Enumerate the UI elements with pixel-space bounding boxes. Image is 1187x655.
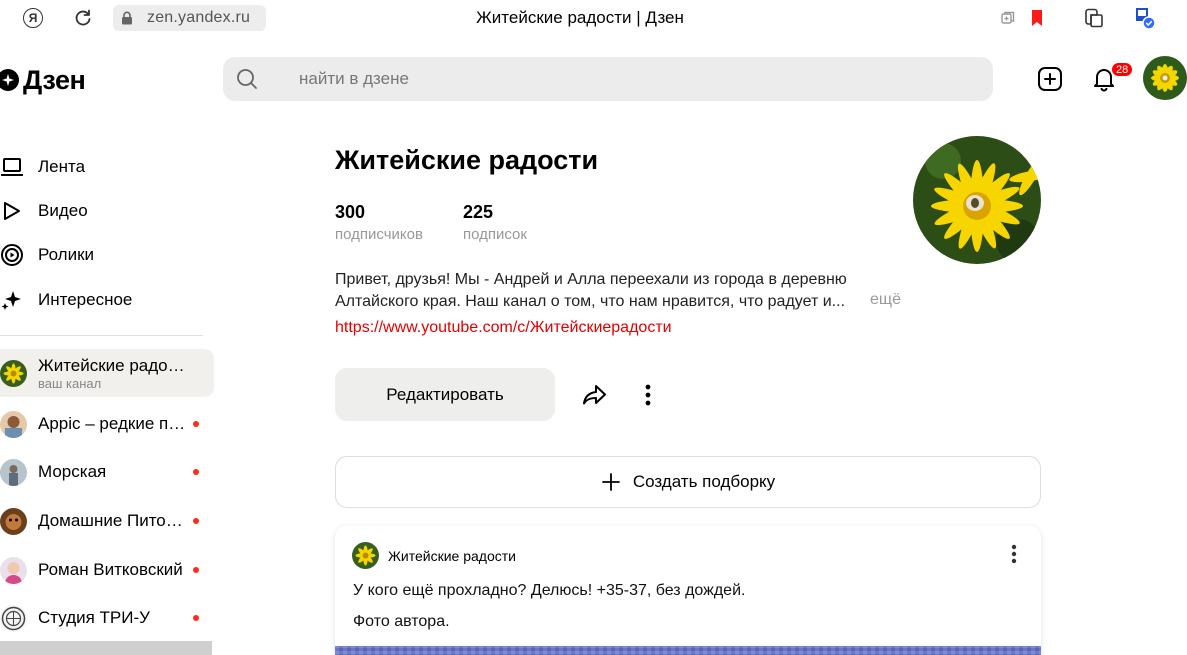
dzen-logo[interactable]: Дзен (0, 63, 86, 97)
channel-name: Appic – редкие приложения (38, 414, 186, 433)
sidebar-channel-morskaya[interactable]: Морская (0, 448, 214, 496)
subscribers-count: 300 (335, 202, 366, 222)
share-icon (583, 385, 606, 405)
bookmark-icon[interactable] (1026, 7, 1048, 29)
shorts-icon (0, 242, 26, 268)
kebab-icon (1011, 544, 1017, 564)
kebab-icon (645, 384, 651, 406)
sidebar-item-interesting[interactable]: Интересное (0, 280, 215, 320)
share-button[interactable] (580, 380, 610, 410)
sidebar-channel-appic[interactable]: Appic – редкие приложения (0, 400, 214, 448)
sidebar-item-shorts[interactable]: Ролики (0, 235, 215, 275)
sidebar-channel-roman[interactable]: Роман Витковский (0, 546, 214, 594)
channel-name: Студия ТРИ-У (38, 608, 150, 627)
dzen-star-icon (0, 69, 19, 91)
search-icon (235, 67, 259, 91)
sidebar-channel-pets[interactable]: Домашние Питомцы (0, 497, 214, 545)
channel-avatar-large (913, 136, 1041, 264)
post-menu-button[interactable] (1005, 542, 1023, 566)
sparkle-icon (0, 287, 26, 313)
post-author[interactable]: Житейские радости (352, 542, 516, 569)
post-text: У кого ещё прохладно? Делюсь! +35-37, бе… (353, 582, 746, 599)
channel-avatar (0, 604, 27, 632)
extension-icon[interactable] (1083, 7, 1105, 29)
channel-name: Морская (38, 462, 107, 481)
plus-icon (601, 472, 621, 492)
post-image[interactable] (335, 646, 1041, 655)
subscribers-stat[interactable]: 300 подписчиков (335, 202, 423, 243)
channel-name: Житейские радости (38, 355, 186, 375)
unread-dot (193, 567, 199, 573)
channel-name: Роман Витковский (38, 560, 183, 579)
search-input[interactable] (299, 69, 899, 89)
sidebar-scroll-fade (0, 641, 212, 655)
edit-channel-button[interactable]: Редактировать (335, 368, 555, 421)
sidebar-item-label: Интересное (38, 290, 133, 309)
create-collection-label: Создать подборку (632, 472, 776, 491)
unread-dot (193, 469, 199, 475)
tab-title: Житейские радости | Дзен (476, 8, 684, 27)
channel-description: Привет, друзья! Мы - Андрей и Алла перее… (335, 271, 847, 310)
channel-avatar (0, 507, 27, 535)
create-collection-button[interactable]: Создать подборку (335, 456, 1041, 508)
create-post-button[interactable] (1035, 64, 1065, 94)
subscribers-label: подписчиков (335, 226, 423, 243)
author-name: Житейские радости (388, 547, 516, 564)
subscriptions-count: 225 (463, 202, 494, 222)
sidebar-item-label: Ролики (38, 245, 95, 264)
sidebar-divider (0, 335, 203, 336)
subscriptions-stat[interactable]: 225 подписок (463, 202, 527, 243)
post-caption: Фото автора. (353, 613, 450, 630)
channel-subtitle: ваш канал (38, 375, 102, 391)
search-bar[interactable] (223, 57, 993, 101)
sidebar-channel-own[interactable]: Житейские радости ваш канал (0, 349, 214, 397)
channel-avatar (0, 410, 27, 438)
browser-toolbar: Я zen.yandex.ru Житейские радости | Дзен (0, 0, 1187, 36)
more-options-button[interactable] (638, 380, 658, 410)
channel-external-link[interactable]: https://www.youtube.com/c/Житейскиерадос… (335, 319, 672, 337)
user-avatar[interactable] (1143, 56, 1187, 100)
profile-extension-icon[interactable] (1134, 7, 1156, 30)
plus-square-icon (1038, 67, 1062, 91)
tabs-icon[interactable] (997, 7, 1019, 29)
channel-name: Домашние Питомцы (38, 511, 186, 530)
notifications-badge: 28 (1111, 62, 1134, 77)
channel-avatar (0, 556, 27, 584)
sidebar-item-label: Лента (38, 157, 86, 176)
unread-dot (193, 518, 199, 524)
description-more-link[interactable]: ещё (870, 291, 901, 309)
subscriptions-label: подписок (463, 226, 527, 243)
unread-dot (193, 615, 199, 621)
channel-title: Житейские радости (335, 145, 599, 175)
play-icon (0, 198, 26, 224)
sidebar-item-feed[interactable]: Лента (0, 147, 215, 187)
laptop-icon (0, 154, 26, 180)
sidebar-item-video[interactable]: Видео (0, 191, 215, 231)
unread-dot (193, 421, 199, 427)
channel-avatar (0, 359, 27, 387)
post-card[interactable]: Житейские радости У кого ещё прохладно? … (335, 526, 1041, 655)
author-avatar (352, 542, 379, 569)
sidebar-channel-studio[interactable]: Студия ТРИ-У (0, 594, 214, 642)
channel-avatar (0, 458, 27, 486)
sidebar-item-label: Видео (38, 201, 88, 220)
dzen-logo-text: Дзен (23, 64, 86, 95)
